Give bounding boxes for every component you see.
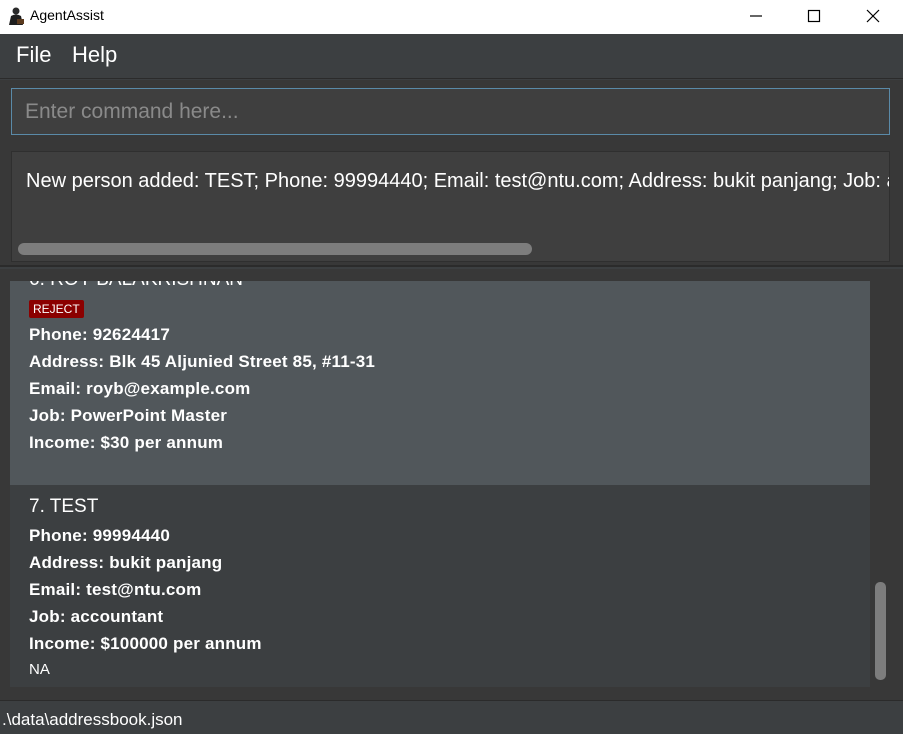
tag-badge: REJECT — [29, 300, 84, 318]
minimize-icon — [750, 15, 762, 17]
person-income: Income: $100000 per annum — [29, 634, 262, 653]
menu-bar: File Help — [0, 34, 903, 79]
person-address: Address: Blk 45 Aljunied Street 85, #11-… — [29, 352, 376, 371]
person-list-panel: 6. ROY BALAKRISHNAN REJECT Phone: 926244… — [0, 269, 903, 700]
person-name: 6. ROY BALAKRISHNAN — [29, 281, 243, 291]
result-display-panel: New person added: TEST; Phone: 99994440;… — [0, 142, 903, 267]
person-list[interactable]: 6. ROY BALAKRISHNAN REJECT Phone: 926244… — [10, 281, 870, 687]
vertical-scrollbar[interactable] — [875, 582, 886, 680]
maximize-button[interactable] — [785, 0, 843, 32]
horizontal-scrollbar[interactable] — [18, 243, 532, 255]
person-address: Address: bukit panjang — [29, 553, 223, 572]
close-icon — [866, 9, 880, 23]
person-card[interactable]: 7. TEST Phone: 99994440 Address: bukit p… — [10, 485, 870, 687]
person-card-selected[interactable]: 6. ROY BALAKRISHNAN REJECT Phone: 926244… — [10, 281, 870, 485]
title-bar: AgentAssist — [0, 0, 903, 34]
menu-help[interactable]: Help — [72, 42, 117, 68]
person-name: 7. TEST — [29, 496, 99, 517]
minimize-button[interactable] — [727, 0, 785, 32]
person-income: Income: $30 per annum — [29, 433, 224, 452]
person-email: Email: test@ntu.com — [29, 580, 202, 599]
command-input[interactable] — [11, 88, 890, 135]
person-job: Job: PowerPoint Master — [29, 406, 228, 425]
save-file-path: .\data\addressbook.json — [2, 710, 183, 729]
agent-app-icon — [9, 7, 24, 25]
result-message: New person added: TEST; Phone: 99994440;… — [26, 170, 889, 192]
person-note: NA — [29, 661, 50, 678]
close-button[interactable] — [844, 0, 902, 32]
person-email: Email: royb@example.com — [29, 379, 251, 398]
result-display[interactable]: New person added: TEST; Phone: 99994440;… — [11, 151, 890, 262]
person-phone: Phone: 92624417 — [29, 325, 170, 344]
person-job: Job: accountant — [29, 607, 164, 626]
menu-file[interactable]: File — [16, 42, 51, 68]
status-bar: .\data\addressbook.json — [0, 700, 903, 734]
person-phone: Phone: 99994440 — [29, 526, 170, 545]
command-box-panel — [0, 80, 903, 142]
window-title: AgentAssist — [30, 7, 104, 23]
maximize-icon — [807, 9, 821, 23]
